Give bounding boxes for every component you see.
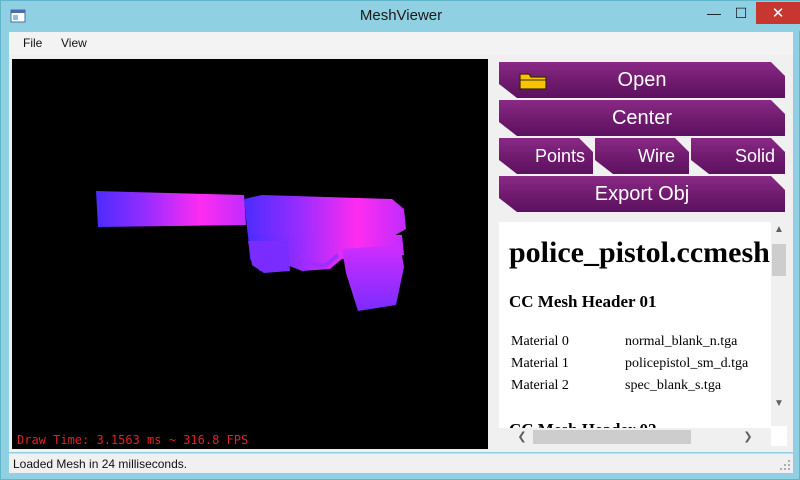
material-name: Material 1 xyxy=(511,356,569,371)
window-title: MeshViewer xyxy=(359,7,443,24)
maximize-button[interactable]: ☐ xyxy=(728,2,754,24)
material-file: normal_blank_n.tga xyxy=(625,334,738,349)
status-message: Loaded Mesh in 24 milliseconds. xyxy=(13,457,188,471)
minimize-button[interactable]: — xyxy=(701,2,727,24)
center-button[interactable]: Center xyxy=(499,100,785,136)
scroll-thumb-horizontal[interactable] xyxy=(533,430,691,444)
scroll-thumb[interactable] xyxy=(772,244,786,276)
status-bar: Loaded Mesh in 24 milliseconds. xyxy=(9,453,793,473)
close-button[interactable]: ✕ xyxy=(756,2,800,24)
points-button[interactable]: Points xyxy=(499,138,593,174)
scroll-up-icon[interactable]: ▲ xyxy=(771,222,787,238)
wire-button-label: Wire xyxy=(638,145,675,166)
meshviewer-window: MeshViewer — ☐ ✕ File View Draw Time: 3.… xyxy=(0,0,800,480)
center-button-label: Center xyxy=(611,106,673,129)
slide-shape xyxy=(244,195,406,237)
menu-file[interactable]: File xyxy=(23,36,42,50)
mesh-viewport[interactable]: Draw Time: 3.1563 ms ~ 316.8 FPS xyxy=(12,59,488,449)
folder-icon xyxy=(519,72,547,90)
resize-grip-icon[interactable] xyxy=(779,459,791,471)
menu-bar: File View xyxy=(9,32,793,54)
wire-button[interactable]: Wire xyxy=(595,138,689,174)
material-file: policepistol_sm_d.tga xyxy=(625,356,749,371)
material-file: spec_blank_s.tga xyxy=(625,378,722,393)
solid-button-label: Solid xyxy=(734,145,775,166)
material-table: Material 0 normal_blank_n.tga Material 1… xyxy=(511,334,775,400)
menu-view[interactable]: View xyxy=(61,36,87,50)
material-name: Material 0 xyxy=(511,334,569,349)
solid-button[interactable]: Solid xyxy=(691,138,785,174)
table-row: Material 2 spec_blank_s.tga xyxy=(511,378,775,400)
info-horizontal-scrollbar[interactable]: ❮ ❯ xyxy=(499,428,771,446)
mesh-header-01: CC Mesh Header 01 xyxy=(509,292,657,311)
grip-shape xyxy=(342,245,404,311)
points-button-label: Points xyxy=(534,145,585,166)
scroll-left-icon[interactable]: ❮ xyxy=(515,429,529,445)
mesh-info-panel[interactable]: police_pistol.ccmesh CC Mesh Header 01 M… xyxy=(499,222,787,446)
scroll-right-icon[interactable]: ❯ xyxy=(741,429,755,445)
draw-time-stats: Draw Time: 3.1563 ms ~ 316.8 FPS xyxy=(17,433,249,447)
export-obj-button[interactable]: Export Obj xyxy=(499,176,785,212)
material-name: Material 2 xyxy=(511,378,569,393)
mesh-file-name: police_pistol.ccmesh xyxy=(509,236,770,269)
info-vertical-scrollbar[interactable]: ▲ ▼ xyxy=(771,222,787,426)
suppressor-shape xyxy=(96,191,246,227)
rail-light-shape xyxy=(248,241,290,273)
export-obj-button-label: Export Obj xyxy=(594,182,690,205)
table-row: Material 0 normal_blank_n.tga xyxy=(511,334,775,356)
table-row: Material 1 policepistol_sm_d.tga xyxy=(511,356,775,378)
pistol-mesh-render xyxy=(96,191,406,311)
open-button[interactable]: Open xyxy=(499,62,785,98)
open-button-label: Open xyxy=(617,68,667,91)
scroll-down-icon[interactable]: ▼ xyxy=(771,396,787,412)
client-area: Draw Time: 3.1563 ms ~ 316.8 FPS Open Ce… xyxy=(9,54,793,452)
title-bar[interactable]: MeshViewer — ☐ ✕ xyxy=(1,1,800,31)
